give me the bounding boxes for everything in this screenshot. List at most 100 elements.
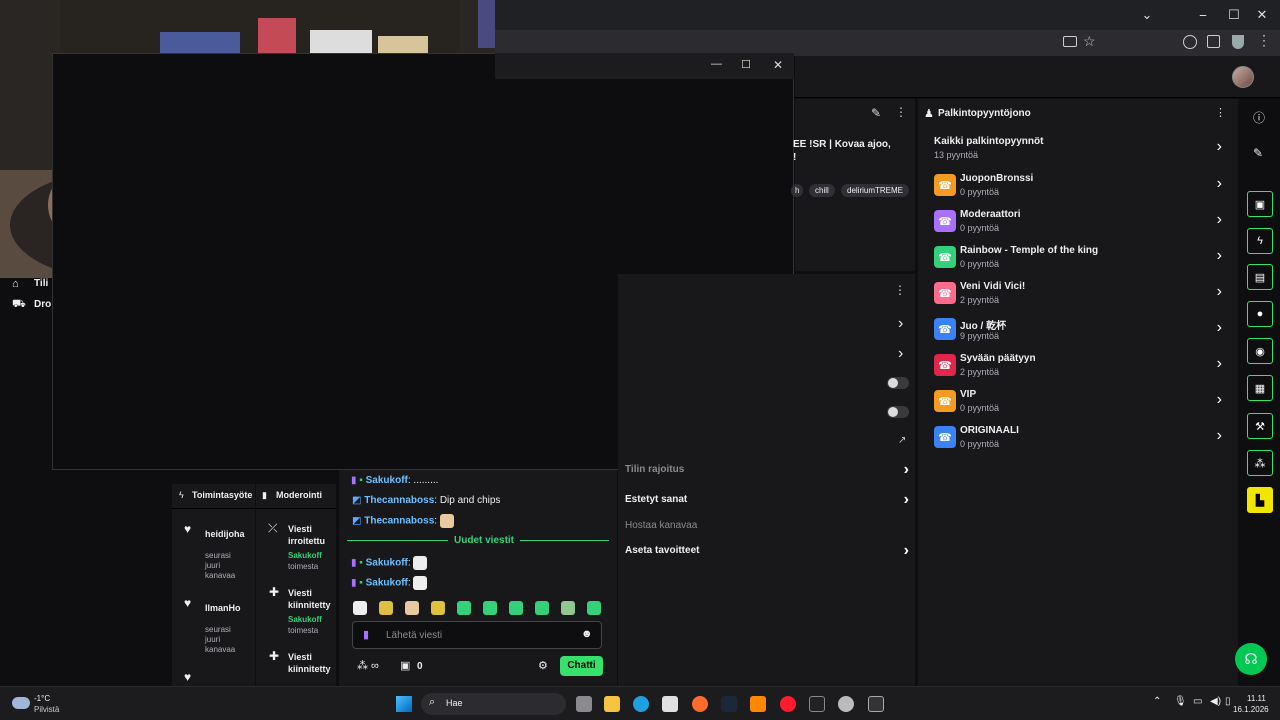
app-window-icon[interactable] xyxy=(868,696,884,712)
reward-row[interactable]: ☎ ORIGINAALI 0 pyyntöä › xyxy=(932,422,1222,456)
reward-row[interactable]: ☎ Syvään päätyyn 2 pyyntöä › xyxy=(932,350,1222,384)
reward-row[interactable]: ☎ Veni Vidi Vici! 2 pyyntöä › xyxy=(932,278,1222,312)
sidebar-item-label[interactable]: Tili xyxy=(34,278,48,289)
extensions-icon[interactable] xyxy=(1207,35,1220,48)
emote-icon[interactable] xyxy=(431,601,445,615)
weather-temp[interactable]: -1°C xyxy=(34,694,50,703)
chat-username[interactable]: Sakukoff xyxy=(366,578,408,589)
emote-picker-icon[interactable]: ☻ xyxy=(581,628,593,640)
stream-tag[interactable]: h xyxy=(791,184,804,197)
window-maximize-button[interactable]: ☐ xyxy=(741,58,751,71)
stream-tag[interactable]: deliriumTREME xyxy=(841,184,910,197)
emote-icon[interactable] xyxy=(535,601,549,615)
setting-toggle[interactable] xyxy=(887,406,909,418)
edit-pencil-icon[interactable]: ✎ xyxy=(871,106,881,120)
chat-bubble-icon[interactable]: ● xyxy=(1247,301,1273,327)
store-icon[interactable] xyxy=(662,696,678,712)
support-headset-icon[interactable]: ☊ xyxy=(1235,643,1267,675)
vlc-icon[interactable] xyxy=(750,696,766,712)
emote-icon[interactable] xyxy=(587,601,601,615)
reward-row[interactable]: ☎ JuoponBronssi 0 pyyntöä › xyxy=(932,170,1222,204)
mod-action-by[interactable]: Sakukoff xyxy=(288,615,322,624)
lightning-icon[interactable]: ϟ xyxy=(1247,228,1273,254)
tab-list-dropdown[interactable]: ⌄ xyxy=(1133,7,1161,23)
bookmark-star-icon[interactable]: ☆ xyxy=(1083,33,1096,50)
reward-row[interactable]: ☎ VIP 0 pyyntöä › xyxy=(932,386,1222,420)
panel-menu-icon[interactable]: ⋮ xyxy=(894,283,906,297)
user-avatar[interactable] xyxy=(1232,66,1254,88)
pencil-icon[interactable]: ✎ xyxy=(1253,146,1263,160)
chat-send-button[interactable]: Chatti xyxy=(560,656,603,676)
setting-host-channel[interactable]: Hostaa kanavaa xyxy=(625,520,909,542)
setting-account-restriction[interactable]: Tilin rajoitus › xyxy=(625,462,909,486)
setting-toggle[interactable] xyxy=(887,377,909,389)
reward-row[interactable]: ☎ Rainbow - Temple of the king 0 pyyntöä › xyxy=(932,242,1222,276)
profile-icon[interactable] xyxy=(1183,35,1197,49)
display-icon[interactable]: ▭ xyxy=(1193,696,1202,707)
setting-blocked-words[interactable]: Estetyt sanat › xyxy=(625,492,909,516)
activity-user[interactable]: heidijoha xyxy=(205,529,245,539)
chat-input[interactable]: ▮ Lähetä viesti ☻ xyxy=(352,621,602,649)
broadcast-icon[interactable]: ◉ xyxy=(1247,338,1273,364)
reward-all-requests[interactable]: Kaikki palkintopyynnöt 13 pyyntöä › xyxy=(932,133,1222,167)
clock-time[interactable]: 11.11 xyxy=(1247,694,1266,703)
browser-menu-icon[interactable]: ⋮ xyxy=(1257,32,1271,49)
activity-feed-tab[interactable]: Toimintasyöte xyxy=(192,490,252,500)
weather-cloud-icon[interactable] xyxy=(12,697,30,709)
mic-icon[interactable]: ▮ xyxy=(363,628,369,641)
file-explorer-icon[interactable] xyxy=(604,696,620,712)
install-app-icon[interactable] xyxy=(1063,36,1077,47)
opera-icon[interactable] xyxy=(780,696,796,712)
task-view-icon[interactable] xyxy=(576,696,592,712)
browser-close-button[interactable]: ✕ xyxy=(1248,7,1276,23)
reward-row[interactable]: ☎ Juo / 乾杯 9 pyyntöä › xyxy=(932,314,1222,348)
emote-icon[interactable] xyxy=(353,601,367,615)
setting-set-goals[interactable]: Aseta tavoitteet › xyxy=(625,543,909,567)
sidebar-item-label[interactable]: Dro xyxy=(34,299,51,310)
chat-username[interactable]: Thecannaboss xyxy=(364,516,434,527)
channel-points-icon[interactable]: ⁂ ∞ xyxy=(357,659,379,672)
microphone-icon[interactable]: 🎙 xyxy=(1174,696,1187,707)
emote-icon[interactable] xyxy=(379,601,393,615)
emote-icon[interactable] xyxy=(457,601,471,615)
emote-icon[interactable] xyxy=(509,601,523,615)
browser-minimize-button[interactable]: ⎯ xyxy=(1189,7,1217,23)
moderation-tab[interactable]: Moderointi xyxy=(276,490,322,500)
panel-menu-icon[interactable]: ⋮ xyxy=(895,105,907,119)
panel-menu-icon[interactable]: ⋮ xyxy=(1215,106,1226,119)
tray-chevron-icon[interactable]: ⌃ xyxy=(1153,696,1161,707)
chat-username[interactable]: Sakukoff xyxy=(366,558,408,569)
volume-icon[interactable]: ◀) xyxy=(1210,696,1221,707)
clip-icon[interactable]: ▣ xyxy=(1247,191,1273,217)
weather-desc[interactable]: Pilvistä xyxy=(34,705,59,714)
clock-date[interactable]: 16.1.2026 xyxy=(1233,705,1269,714)
activity-user[interactable]: IlmanHo xyxy=(205,603,241,613)
emote-icon[interactable] xyxy=(483,601,497,615)
info-icon[interactable]: ⓘ xyxy=(1253,109,1265,126)
steam-icon[interactable] xyxy=(721,696,737,712)
window-close-button[interactable]: ✕ xyxy=(773,58,783,72)
taskbar-search[interactable]: ⌕ Hae xyxy=(421,693,566,715)
mod-action-by[interactable]: Sakukoff xyxy=(288,551,322,560)
clapperboard-icon[interactable]: ▙ xyxy=(1247,487,1273,513)
bits-icon[interactable]: ▣ xyxy=(400,659,410,672)
notes-icon[interactable]: ▤ xyxy=(1247,264,1273,290)
obs-icon[interactable] xyxy=(838,696,854,712)
shield-icon[interactable] xyxy=(1232,35,1244,49)
drops-icon[interactable]: ⛟ xyxy=(12,298,26,312)
layout-icon[interactable]: ▦ xyxy=(1247,375,1273,401)
chat-username[interactable]: Thecannaboss xyxy=(364,495,434,506)
analytics-icon[interactable]: ↗ xyxy=(898,435,906,446)
chat-username[interactable]: Sakukoff xyxy=(366,475,408,486)
emote-icon[interactable] xyxy=(561,601,575,615)
stream-tag[interactable]: chill xyxy=(809,184,835,197)
home-icon[interactable]: ⌂ xyxy=(12,278,19,290)
browser-maximize-button[interactable]: ☐ xyxy=(1220,7,1248,23)
wrench-icon[interactable]: ⚒ xyxy=(1247,413,1273,439)
chat-settings-gear-icon[interactable]: ⚙ xyxy=(538,659,548,672)
chevron-right-icon[interactable]: › xyxy=(898,345,903,363)
firefox-icon[interactable] xyxy=(692,696,708,712)
reward-icon[interactable]: ⁂ xyxy=(1247,450,1273,476)
reward-row[interactable]: ☎ Moderaattori 0 pyyntöä › xyxy=(932,206,1222,240)
battery-icon[interactable]: ▯ xyxy=(1225,696,1231,707)
